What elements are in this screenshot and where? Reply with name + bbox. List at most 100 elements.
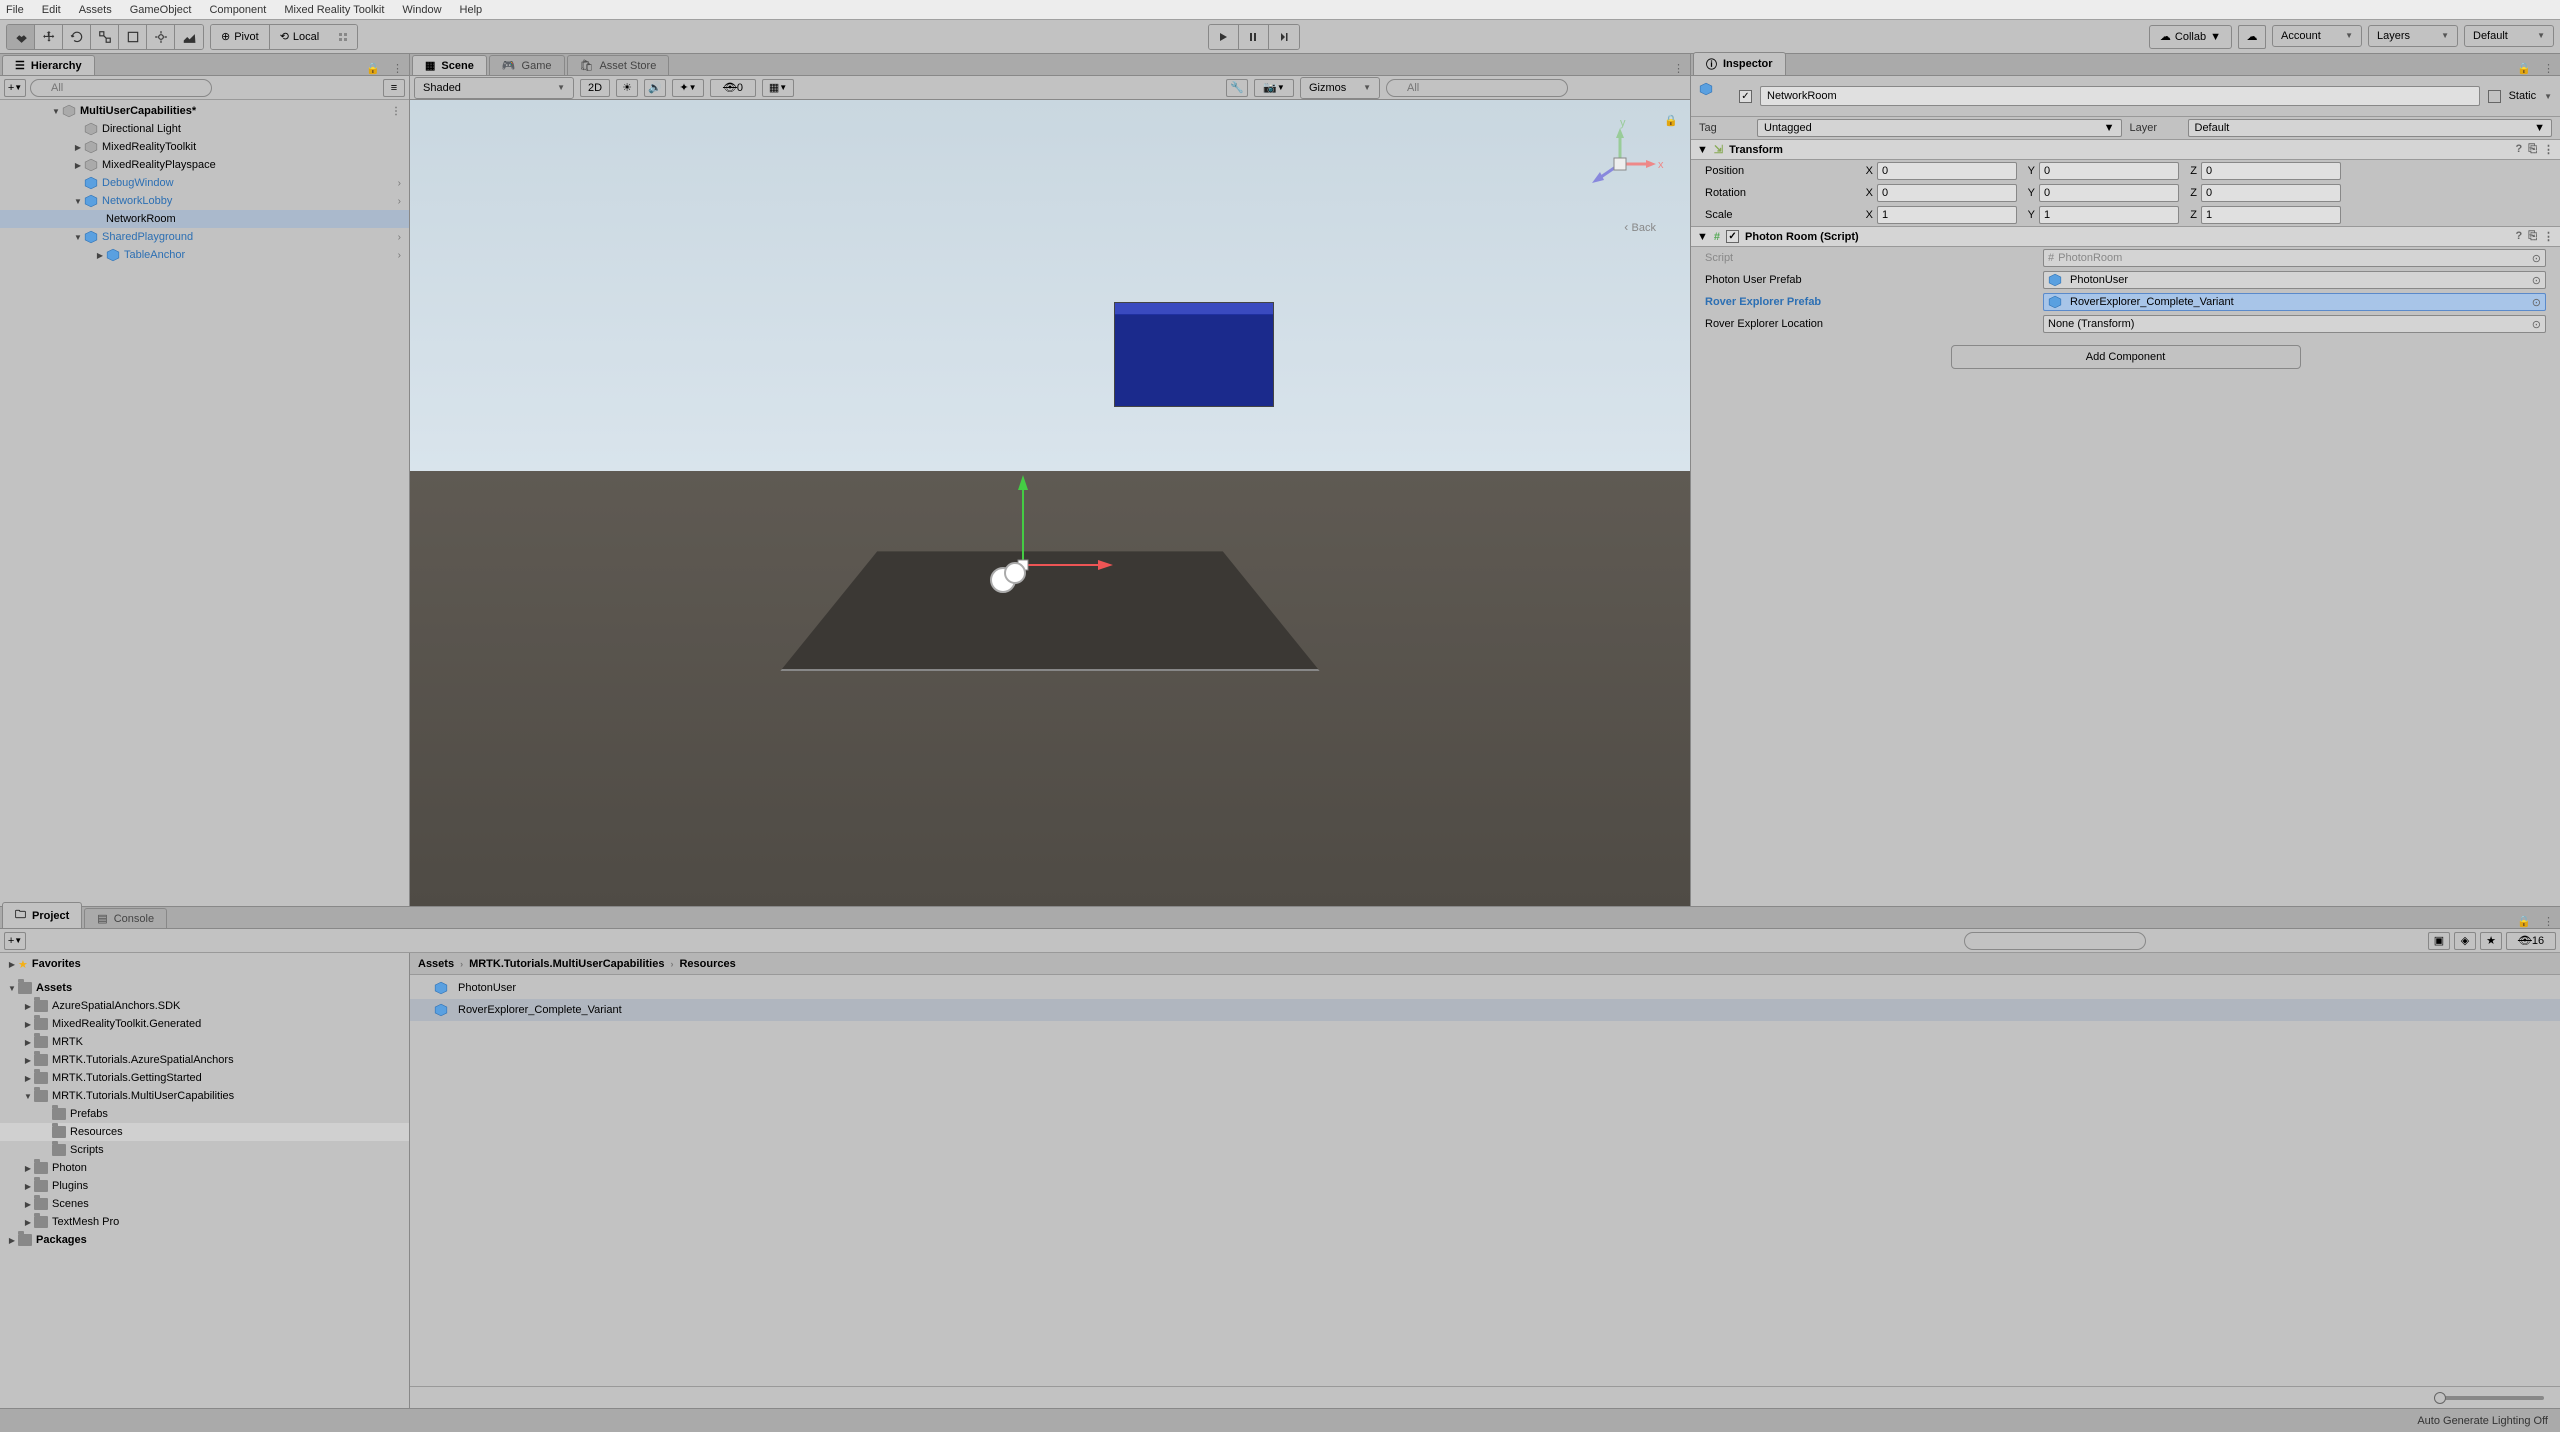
folder-row[interactable]: ▼MRTK.Tutorials.MultiUserCapabilities <box>0 1087 409 1105</box>
play-button[interactable] <box>1209 25 1239 49</box>
local-toggle[interactable]: ⟲Local <box>270 25 330 49</box>
gizmos-dropdown[interactable]: Gizmos▼ <box>1300 77 1380 99</box>
axis-gizmo[interactable]: y x 🔒 <box>1570 114 1670 214</box>
layers-dropdown[interactable]: Layers▼ <box>2368 25 2458 47</box>
project-tab[interactable]: 🗀Project <box>2 902 82 928</box>
step-button[interactable] <box>1269 25 1299 49</box>
custom-tool[interactable] <box>175 25 203 49</box>
rot-z[interactable] <box>2201 184 2341 202</box>
picker-icon[interactable]: ⊙ <box>2532 318 2541 331</box>
hierarchy-item-directional-light[interactable]: Directional Light <box>0 120 409 138</box>
breadcrumb-item[interactable]: MRTK.Tutorials.MultiUserCapabilities <box>469 958 664 970</box>
rect-tool[interactable] <box>119 25 147 49</box>
hierarchy-search[interactable] <box>30 79 212 97</box>
folder-row[interactable]: Scripts <box>0 1141 409 1159</box>
collab-button[interactable]: ☁Collab▼ <box>2149 25 2232 49</box>
tab-menu-icon[interactable]: ⋮ <box>1667 62 1690 75</box>
folder-row[interactable]: ▶MRTK.Tutorials.AzureSpatialAnchors <box>0 1051 409 1069</box>
mode-2d-toggle[interactable]: 2D <box>580 79 610 97</box>
hidden-toggle[interactable]: 👁 0 <box>710 79 756 97</box>
create-dropdown[interactable]: + ▼ <box>4 932 26 950</box>
menu-gameobject[interactable]: GameObject <box>130 4 192 16</box>
thumbnail-size-slider[interactable] <box>2434 1396 2544 1400</box>
pause-button[interactable] <box>1239 25 1269 49</box>
rot-y[interactable] <box>2039 184 2179 202</box>
menu-assets[interactable]: Assets <box>79 4 112 16</box>
menu-icon[interactable]: ⋮ <box>2543 143 2554 156</box>
layer-dropdown[interactable]: Default▼ <box>2188 119 2553 137</box>
favorites-row[interactable]: ▶★Favorites <box>0 955 409 973</box>
pos-x[interactable] <box>1877 162 2017 180</box>
help-icon[interactable]: ? <box>2515 143 2522 156</box>
shading-dropdown[interactable]: Shaded▼ <box>414 77 574 99</box>
lock-gizmo-icon[interactable]: 🔒 <box>1664 114 1678 127</box>
folder-row[interactable]: Prefabs <box>0 1105 409 1123</box>
move-gizmo[interactable] <box>973 455 1133 618</box>
folder-row[interactable]: ▶MRTK <box>0 1033 409 1051</box>
asset-item-photonuser[interactable]: PhotonUser <box>410 977 2560 999</box>
packages-root[interactable]: ▶Packages <box>0 1231 409 1249</box>
hierarchy-item-playspace[interactable]: ▶MixedRealityPlayspace <box>0 156 409 174</box>
scl-x[interactable] <box>1877 206 2017 224</box>
cloud-button[interactable]: ☁ <box>2238 25 2266 49</box>
pivot-toggle[interactable]: ⊕Pivot <box>211 25 270 49</box>
hand-tool[interactable] <box>7 25 35 49</box>
menu-help[interactable]: Help <box>460 4 483 16</box>
hierarchy-filter[interactable]: ≡ <box>383 79 405 97</box>
add-component-button[interactable]: Add Component <box>1951 345 2301 369</box>
asset-item-roverexplorer[interactable]: RoverExplorer_Complete_Variant <box>410 999 2560 1021</box>
transform-header[interactable]: ▼ ⇲ Transform ?⎘⋮ <box>1691 139 2560 160</box>
move-tool[interactable] <box>35 25 63 49</box>
tab-menu-icon[interactable]: ⋮ <box>2537 915 2560 928</box>
component-enabled-checkbox[interactable]: ✓ <box>1726 230 1739 243</box>
tag-dropdown[interactable]: Untagged▼ <box>1757 119 2122 137</box>
lock-icon[interactable]: 🔒 <box>2511 915 2537 928</box>
multi-tool[interactable] <box>147 25 175 49</box>
photon-room-header[interactable]: ▼ # ✓ Photon Room (Script) ?⎘⋮ <box>1691 226 2560 247</box>
picker-icon[interactable]: ⊙ <box>2532 296 2541 309</box>
tools-button[interactable]: 🔧 <box>1226 79 1248 97</box>
pos-z[interactable] <box>2201 162 2341 180</box>
preset-icon[interactable]: ⎘ <box>2528 143 2537 156</box>
layout-dropdown[interactable]: Default▼ <box>2464 25 2554 47</box>
rot-x[interactable] <box>1877 184 2017 202</box>
project-search[interactable] <box>1964 932 2146 950</box>
tab-menu-icon[interactable]: ⋮ <box>2537 62 2560 75</box>
back-button[interactable]: ‹ Back <box>1624 220 1656 234</box>
inspector-tab[interactable]: ⓘInspector <box>1693 52 1786 75</box>
console-tab[interactable]: ▤Console <box>84 908 167 928</box>
menu-file[interactable]: File <box>6 4 24 16</box>
folder-row[interactable]: ▶AzureSpatialAnchors.SDK <box>0 997 409 1015</box>
tab-menu-icon[interactable]: ⋮ <box>386 62 409 75</box>
hierarchy-item-sharedplayground[interactable]: ▼SharedPlayground› <box>0 228 409 246</box>
scene-tab[interactable]: ▦Scene <box>412 55 487 75</box>
lock-icon[interactable]: 🔒 <box>360 62 386 75</box>
active-checkbox[interactable]: ✓ <box>1739 90 1752 103</box>
picker-icon[interactable]: ⊙ <box>2532 274 2541 287</box>
hierarchy-tab[interactable]: ☰Hierarchy <box>2 55 95 75</box>
lighting-toggle[interactable]: ☀ <box>616 79 638 97</box>
scale-tool[interactable] <box>91 25 119 49</box>
scene-search[interactable] <box>1386 79 1568 97</box>
script-field[interactable]: #PhotonRoom⊙ <box>2043 249 2546 267</box>
gameobject-name-input[interactable] <box>1760 86 2480 106</box>
folder-row-resources[interactable]: Resources <box>0 1123 409 1141</box>
folder-row[interactable]: ▶Photon <box>0 1159 409 1177</box>
breadcrumb-item[interactable]: Assets <box>418 958 454 970</box>
scl-y[interactable] <box>2039 206 2179 224</box>
game-tab[interactable]: 🎮Game <box>489 55 565 75</box>
breadcrumb-item[interactable]: Resources <box>679 958 735 970</box>
hierarchy-item-tableanchor[interactable]: ▶TableAnchor› <box>0 246 409 264</box>
audio-toggle[interactable]: 🔊 <box>644 79 666 97</box>
folder-row[interactable]: ▶TextMesh Pro <box>0 1213 409 1231</box>
menu-component[interactable]: Component <box>209 4 266 16</box>
picker-icon[interactable]: ⊙ <box>2532 252 2541 265</box>
hierarchy-item-mrtk[interactable]: ▶MixedRealityToolkit <box>0 138 409 156</box>
photon-user-prefab-field[interactable]: PhotonUser⊙ <box>2043 271 2546 289</box>
rotate-tool[interactable] <box>63 25 91 49</box>
menu-icon[interactable]: ⋮ <box>2543 230 2554 243</box>
menu-edit[interactable]: Edit <box>42 4 61 16</box>
help-icon[interactable]: ? <box>2515 230 2522 243</box>
favorite-button[interactable]: ★ <box>2480 932 2502 950</box>
scene-root[interactable]: ▼ MultiUserCapabilities* ⋮ <box>0 102 409 120</box>
